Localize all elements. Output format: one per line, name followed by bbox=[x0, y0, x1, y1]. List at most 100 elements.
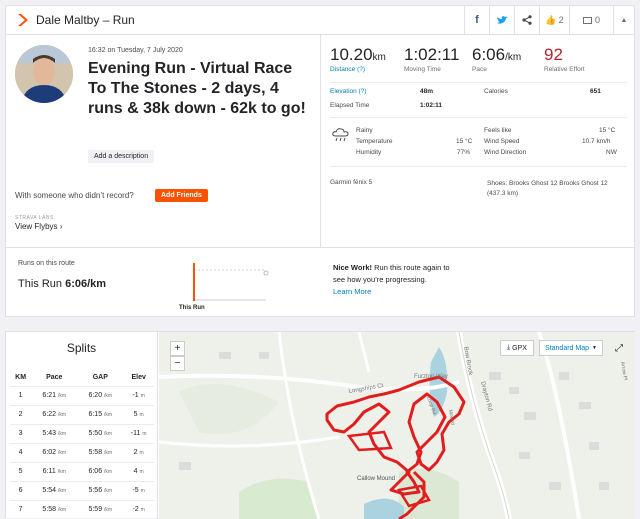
split-km: 2 bbox=[10, 404, 32, 424]
feels-like-value: 15 °C bbox=[599, 127, 616, 134]
stat-relative-effort: 92 Relative Effort bbox=[544, 45, 585, 73]
humidity-label: Humidity bbox=[356, 149, 382, 156]
share-button[interactable] bbox=[514, 6, 539, 34]
chevron-icon bbox=[18, 14, 28, 26]
elevation-value: 48m bbox=[420, 88, 434, 95]
distance-unit: km bbox=[372, 52, 386, 63]
this-run-bar-label: This Run bbox=[179, 305, 205, 311]
map-type-select[interactable]: Standard Map ▼ bbox=[539, 340, 603, 356]
feels-like-label: Feels like bbox=[484, 127, 512, 134]
gpx-export-button[interactable]: ⤓ GPX bbox=[500, 340, 534, 356]
split-gap: 5:59 /km bbox=[77, 499, 124, 519]
shoes-info: Shoes: Brooks Ghost 12 Brooks Ghost 12 (… bbox=[487, 180, 608, 197]
split-gap: 5:58 /km bbox=[77, 442, 124, 462]
divider bbox=[330, 82, 627, 83]
activity-summary: 16:32 on Tuesday, 7 July 2020 Evening Ru… bbox=[6, 35, 321, 247]
temperature-value: 15 °C bbox=[456, 138, 473, 145]
add-friends-button[interactable]: Add Friends bbox=[155, 189, 208, 202]
splits-table: KM Pace GAP Elev 1 6:21 /km 6:20 /km -1 m26… bbox=[10, 370, 154, 519]
splits-title: Splits bbox=[66, 341, 97, 355]
split-elev: -2 m bbox=[123, 499, 154, 519]
split-elev: 2 m bbox=[123, 442, 154, 462]
learn-more-link[interactable]: Learn More bbox=[333, 287, 371, 296]
activity-datetime: 16:32 on Tuesday, 7 July 2020 bbox=[88, 47, 183, 54]
rain-cloud-icon bbox=[332, 128, 349, 142]
activity-stats: 10.20km Distance (?) 1:02:11 Moving Time 6… bbox=[322, 35, 635, 247]
share-icon bbox=[522, 15, 532, 25]
chevron-right-icon: › bbox=[59, 222, 63, 231]
map-canvas[interactable]: Bow Brook Drayton Rd Furzton Way Longshi… bbox=[159, 332, 635, 519]
elapsed-value: 1:02:11 bbox=[420, 102, 443, 109]
athlete-photo bbox=[15, 45, 73, 103]
comment-button[interactable]: 0 bbox=[569, 6, 613, 34]
facebook-share-button[interactable]: f bbox=[464, 6, 489, 34]
map-type-label: Standard Map bbox=[545, 344, 590, 352]
facebook-icon: f bbox=[475, 14, 479, 26]
temperature-label: Temperature bbox=[356, 138, 393, 145]
activity-header: Dale Maltby – Run f 👍 2 0 ▲ bbox=[6, 6, 634, 35]
this-run-pace: 6:06/km bbox=[65, 278, 107, 290]
split-row[interactable]: 2 6:22 /km 6:15 /km 5 m bbox=[10, 404, 154, 424]
split-elev: -5 m bbox=[123, 480, 154, 500]
fullscreen-icon: ⤢ bbox=[615, 342, 623, 354]
pace-label: Pace bbox=[472, 66, 487, 73]
nice-work-message: Nice Work! Run this route again to see h… bbox=[333, 262, 463, 298]
split-elev: -11 m bbox=[123, 423, 154, 443]
map-label-callow: Callow Mound bbox=[357, 476, 395, 482]
split-pace: 6:02 /km bbox=[31, 442, 78, 462]
split-row[interactable]: 6 5:54 /km 5:56 /km -5 m bbox=[10, 480, 154, 500]
elevation-label[interactable]: Elevation (?) bbox=[330, 88, 367, 95]
wind-direction-label: Wind Direction bbox=[484, 149, 527, 156]
split-row[interactable]: 4 6:02 /km 5:58 /km 2 m bbox=[10, 442, 154, 462]
kudos-button[interactable]: 👍 2 bbox=[539, 6, 569, 34]
split-gap: 5:50 /km bbox=[77, 423, 124, 443]
col-km: KM bbox=[15, 374, 27, 382]
split-km: 7 bbox=[10, 499, 32, 519]
splits-body: 1 6:21 /km 6:20 /km -1 m 2 6:22 /km 6:15 /km 5 … bbox=[10, 385, 154, 519]
zoom-out-button[interactable]: − bbox=[170, 356, 185, 371]
split-km: 1 bbox=[10, 385, 32, 405]
avatar[interactable] bbox=[15, 45, 73, 103]
download-icon: ⤓ bbox=[507, 344, 511, 351]
device-name: Garmin fēnix 5 bbox=[330, 179, 373, 186]
zoom-in-button[interactable]: + bbox=[170, 341, 185, 356]
split-gap: 5:56 /km bbox=[77, 480, 124, 500]
split-row[interactable]: 5 6:11 /km 6:06 /km 4 m bbox=[10, 461, 154, 481]
calories-value: 651 bbox=[590, 88, 601, 95]
split-pace: 5:58 /km bbox=[31, 499, 78, 519]
fullscreen-button[interactable]: ⤢ bbox=[611, 340, 627, 356]
split-pace: 6:11 /km bbox=[31, 461, 78, 481]
split-row[interactable]: 3 5:43 /km 5:50 /km -11 m bbox=[10, 423, 154, 443]
split-km: 6 bbox=[10, 480, 32, 500]
split-pace: 5:54 /km bbox=[31, 480, 78, 500]
split-gap: 6:15 /km bbox=[77, 404, 124, 424]
route-map[interactable]: Bow Brook Drayton Rd Furzton Way Longshi… bbox=[159, 332, 635, 519]
map-label-furzton: Furzton Way bbox=[414, 374, 448, 380]
split-km: 5 bbox=[10, 461, 32, 481]
pace-unit: /km bbox=[505, 52, 522, 63]
view-flybys-link[interactable]: View Flybys › bbox=[15, 222, 62, 231]
this-run-bar[interactable] bbox=[193, 263, 195, 301]
collapse-button[interactable]: ▲ bbox=[613, 6, 634, 34]
split-pace: 6:21 /km bbox=[31, 385, 78, 405]
split-km: 3 bbox=[10, 423, 32, 443]
split-row[interactable]: 1 6:21 /km 6:20 /km -1 m bbox=[10, 385, 154, 405]
this-run-prefix: This Run bbox=[18, 278, 63, 290]
split-row[interactable]: 7 5:58 /km 5:59 /km -2 m bbox=[10, 499, 154, 519]
gpx-label: GPX bbox=[512, 344, 527, 352]
distance-value: 10.20 bbox=[330, 45, 373, 64]
relative-effort-value: 92 bbox=[544, 45, 563, 64]
thumbs-up-icon: 👍 bbox=[545, 14, 557, 25]
col-elev: Elev bbox=[131, 374, 146, 382]
split-pace: 6:22 /km bbox=[31, 404, 78, 424]
twitter-icon bbox=[496, 15, 508, 24]
calories-label: Calories bbox=[484, 88, 508, 95]
distance-label[interactable]: Distance (?) bbox=[330, 66, 386, 73]
comment-icon bbox=[582, 16, 592, 24]
comment-count: 0 bbox=[594, 15, 600, 25]
route-effort-chart bbox=[193, 263, 269, 301]
split-elev: -1 m bbox=[123, 385, 154, 405]
nice-work-title: Nice Work! bbox=[333, 263, 373, 272]
twitter-share-button[interactable] bbox=[489, 6, 514, 34]
add-description-button[interactable]: Add a description bbox=[88, 150, 155, 163]
